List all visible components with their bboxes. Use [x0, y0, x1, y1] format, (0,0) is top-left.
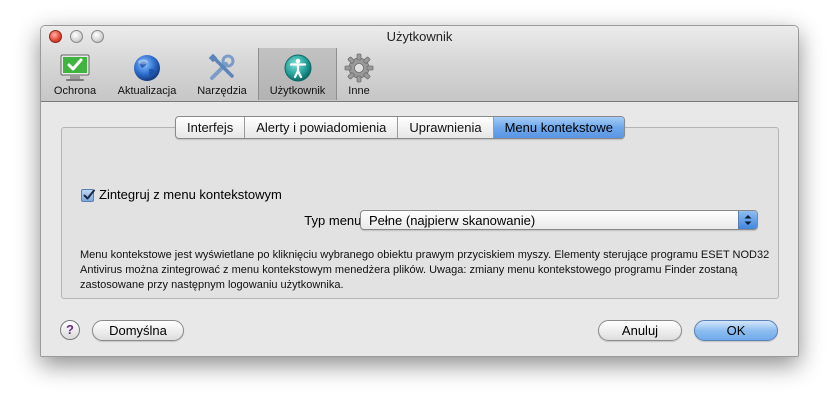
checkmark-icon: [83, 189, 95, 200]
globe-icon: [134, 55, 160, 81]
toolbar-label: Aktualizacja: [117, 85, 177, 97]
preferences-content: Interfejs Alerty i powiadomienia Uprawni…: [41, 102, 798, 356]
toolbar-item-ochrona[interactable]: Ochrona: [45, 48, 105, 100]
menu-type-label: Typ menu:: [304, 213, 365, 228]
toolbar-label: Inne: [348, 85, 370, 97]
integrate-context-menu-label[interactable]: Zintegruj z menu kontekstowym: [99, 187, 282, 202]
toolbar-label: Użytkownik: [269, 85, 326, 97]
window-title: Użytkownik: [386, 29, 453, 44]
tab-alerty-i-powiadomienia[interactable]: Alerty i powiadomienia: [245, 117, 399, 138]
toolbar-label: Ochrona: [53, 85, 97, 97]
tab-menu-kontekstowe[interactable]: Menu kontekstowe: [493, 117, 624, 138]
toolbar-item-uzytkownik[interactable]: Użytkownik: [258, 48, 337, 100]
toolbar-label: Narzędzia: [197, 85, 247, 97]
tab-uprawnienia[interactable]: Uprawnienia: [398, 117, 494, 138]
context-menu-description: Menu kontekstowe jest wyświetlane po kli…: [80, 249, 770, 291]
cancel-button[interactable]: Anuluj: [598, 320, 682, 341]
tools-icon: [208, 53, 235, 80]
toolbar-item-narzedzia[interactable]: Narzędzia: [189, 48, 255, 100]
monitor-check-icon: [60, 54, 90, 81]
integrate-context-menu-checkbox[interactable]: [81, 189, 95, 202]
toolbar-item-inne[interactable]: Inne: [339, 48, 379, 100]
user-accessibility-icon: [284, 54, 311, 82]
preferences-window: Użytkownik Ochrona Aktualizacja Narzędzi…: [40, 25, 799, 357]
help-button[interactable]: ?: [60, 320, 80, 340]
toolbar-item-aktualizacja[interactable]: Aktualizacja: [109, 48, 185, 100]
ok-button[interactable]: OK: [694, 320, 778, 341]
default-button[interactable]: Domyślna: [92, 320, 184, 341]
gear-icon: [344, 53, 374, 83]
menu-type-value: Pełne (najpierw skanowanie): [369, 213, 536, 228]
tab-bar: Interfejs Alerty i powiadomienia Uprawni…: [175, 116, 625, 139]
title-bar: Użytkownik Ochrona Aktualizacja Narzędzi…: [41, 26, 798, 102]
tab-interfejs[interactable]: Interfejs: [176, 117, 246, 138]
select-arrows-icon: [738, 211, 757, 229]
menu-type-select[interactable]: Pełne (najpierw skanowanie): [360, 210, 758, 230]
